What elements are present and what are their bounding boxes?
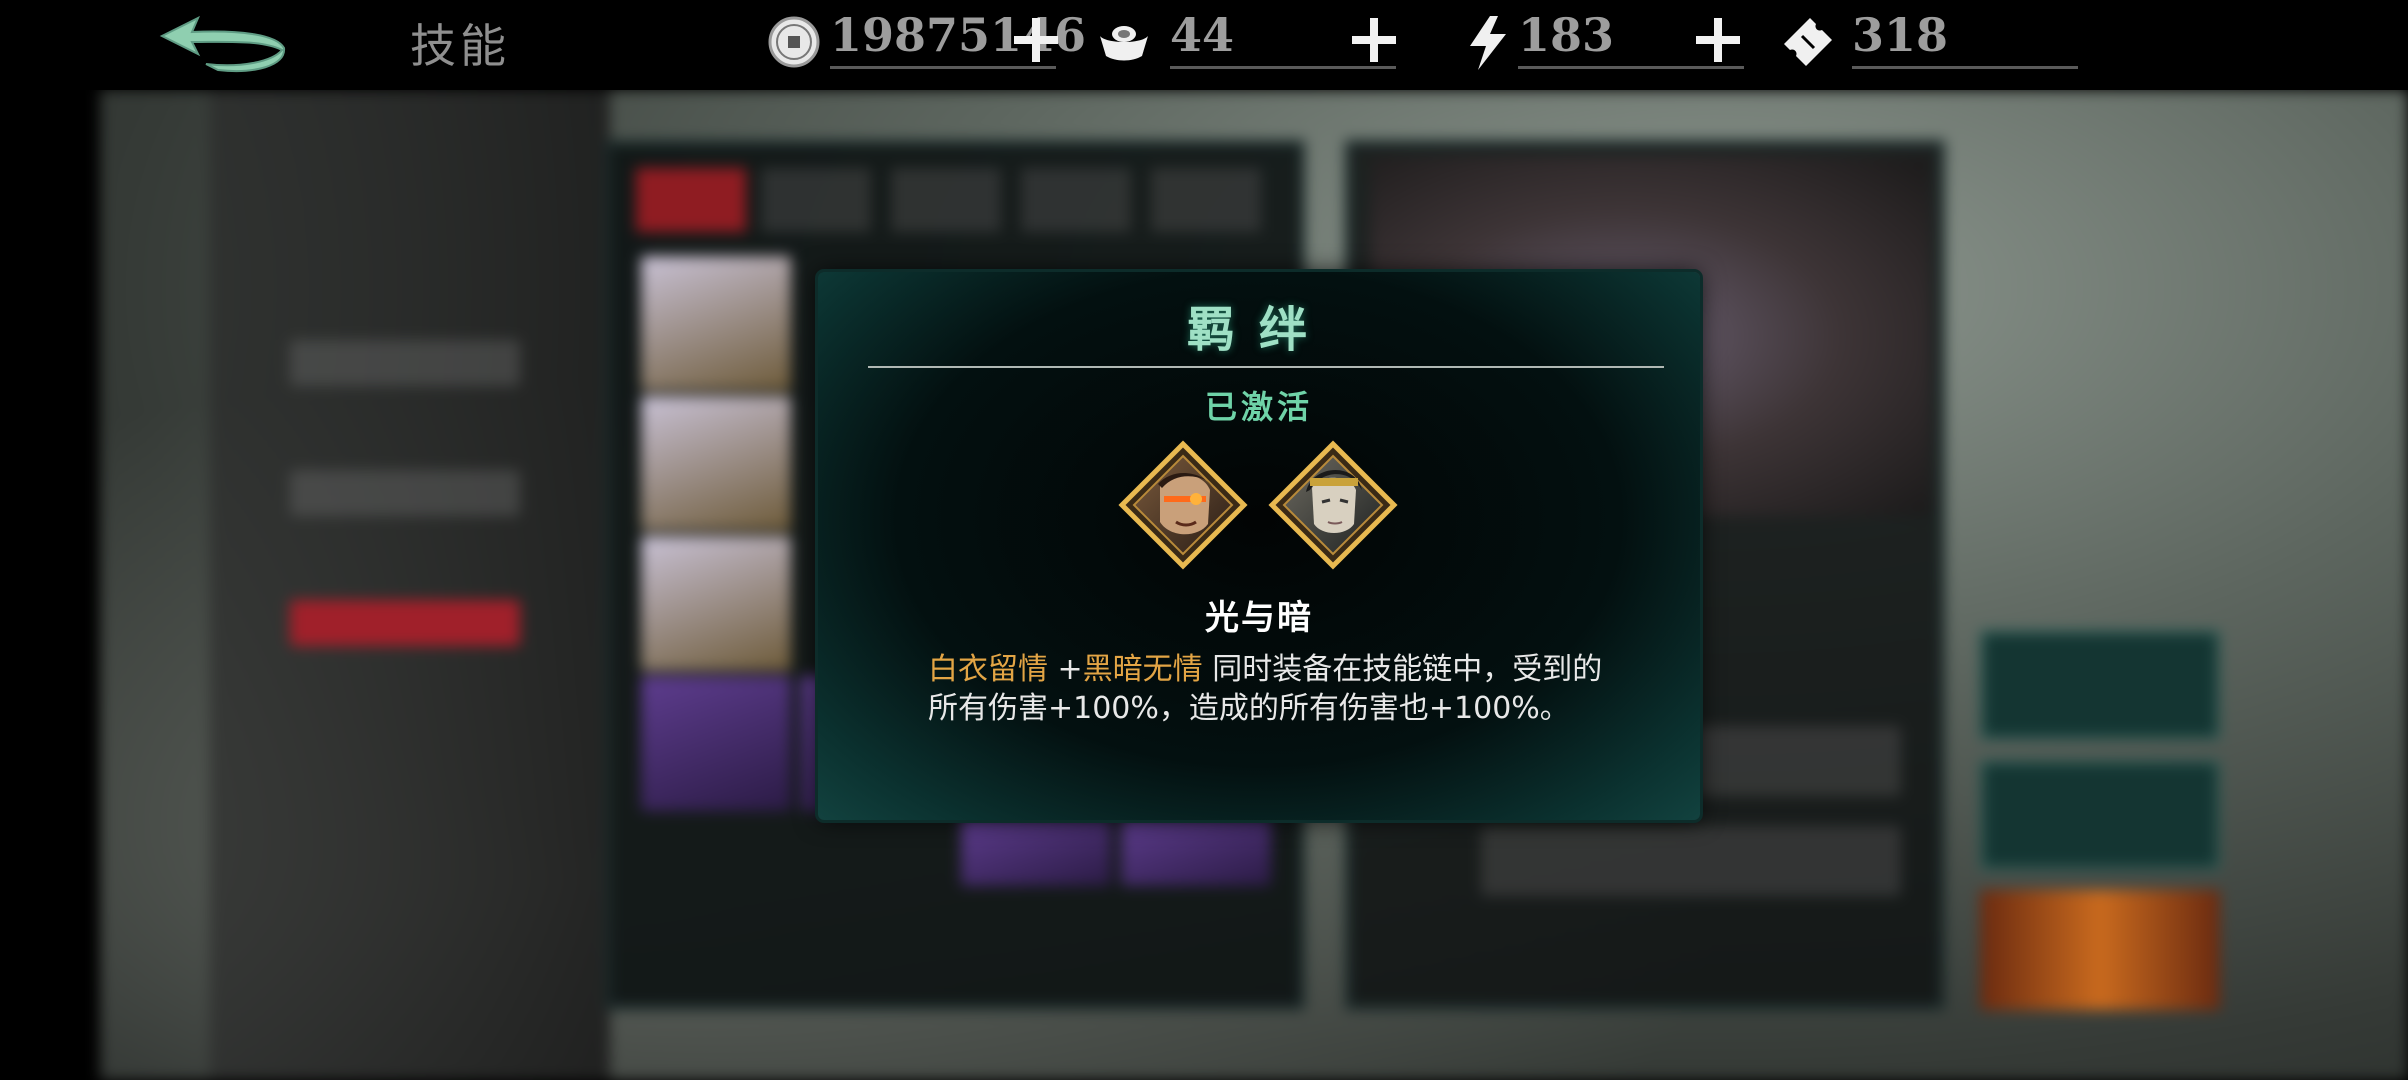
skill-name-a: 白衣留情 — [928, 652, 1048, 687]
silver-ingot-icon — [1100, 26, 1148, 61]
tab[interactable] — [1151, 168, 1261, 232]
action-button[interactable] — [1980, 760, 2220, 870]
side-menu-item[interactable] — [290, 340, 520, 386]
warrior-portrait-icon — [1118, 440, 1248, 570]
top-bar: 技能 19875146 44 183 318 — [0, 0, 2408, 90]
side-menu-item-active[interactable] — [290, 600, 520, 646]
bond-popup: 羁绊 已激活 光与暗 白衣留情 +黑暗无情 同时装备在技能链中，受到的所有伤害+ — [818, 272, 1700, 820]
lightning-icon — [1470, 16, 1506, 70]
skill-cell[interactable] — [961, 816, 1111, 886]
side-menu — [210, 90, 610, 1080]
coins-underline — [830, 66, 1056, 69]
energy-underline — [1518, 66, 1744, 69]
energy-value: 183 — [1518, 8, 1615, 62]
tab-active[interactable] — [636, 168, 746, 232]
back-arrow-icon[interactable] — [158, 12, 288, 74]
resource-coins: 19875146 — [760, 0, 1086, 90]
tickets-value: 318 — [1852, 8, 1949, 62]
add-coins-button[interactable] — [1012, 16, 1060, 64]
skill-cell[interactable] — [641, 256, 791, 391]
skill-cell[interactable] — [1121, 816, 1271, 886]
silver-value: 44 — [1170, 8, 1235, 62]
add-silver-button[interactable] — [1350, 16, 1398, 64]
tab[interactable] — [1021, 168, 1131, 232]
tab[interactable] — [891, 168, 1001, 232]
copper-coin-icon — [768, 16, 820, 68]
tickets-underline — [1852, 66, 2078, 69]
skill-cell[interactable] — [641, 396, 791, 531]
equip-slot[interactable] — [1481, 826, 1901, 896]
skill-cell[interactable] — [641, 536, 791, 671]
resource-tickets: 318 — [1780, 0, 2080, 90]
bond-status: 已激活 — [1204, 388, 1313, 426]
bond-name: 光与暗 — [1205, 598, 1313, 638]
silver-underline — [1170, 66, 1396, 69]
skill-name-b: 黑暗无情 — [1082, 652, 1203, 687]
upgrade-button[interactable] — [1980, 890, 2220, 1010]
popup-divider — [868, 366, 1664, 368]
skill-cell[interactable] — [641, 676, 791, 811]
resource-energy: 183 — [1460, 0, 1760, 90]
action-button[interactable] — [1980, 630, 2220, 740]
side-menu-item[interactable] — [290, 470, 520, 516]
ticket-icon — [1784, 18, 1832, 66]
bond-description: 白衣留情 +黑暗无情 同时装备在技能链中，受到的所有伤害+100%，造成的所有伤… — [928, 650, 1608, 728]
popup-title: 羁绊 — [1186, 302, 1331, 358]
swordsman-portrait-icon — [1268, 440, 1398, 570]
tab[interactable] — [761, 168, 871, 232]
resource-silver: 44 — [1096, 0, 1406, 90]
desc-plus: + — [1048, 652, 1083, 687]
add-energy-button[interactable] — [1694, 16, 1742, 64]
page-title: 技能 — [410, 19, 510, 73]
